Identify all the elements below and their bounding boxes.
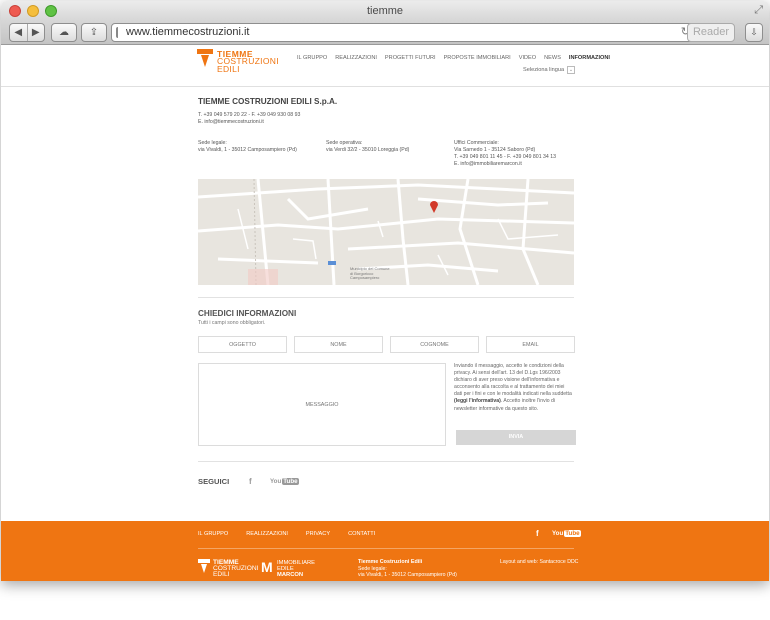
nav-item-informazioni[interactable]: INFORMAZIONI bbox=[569, 55, 610, 61]
oggetto-input[interactable] bbox=[198, 336, 287, 353]
footer-marcon-logo[interactable]: M IMMOBILIARE EDILE MARCON bbox=[261, 559, 331, 579]
reader-button[interactable]: Reader bbox=[687, 23, 735, 42]
share-button[interactable]: ⇪ bbox=[81, 23, 107, 42]
form-subtitle: Tutti i campi sono obbligatori. bbox=[198, 320, 266, 326]
marcon-logo-mark-icon: M bbox=[261, 559, 273, 575]
company-email[interactable]: E. info@tiemmecostruzioni.it bbox=[198, 119, 300, 126]
address-sede-operativa: Sede operativa: via Verdi 32/2 - 35010 L… bbox=[326, 140, 409, 154]
form-title: CHIEDICI INFORMAZIONI bbox=[198, 309, 297, 318]
nav-item-news[interactable]: NEWS bbox=[544, 55, 561, 61]
address-bar[interactable]: www.tiemmecostruzioni.it ↻ bbox=[111, 23, 695, 42]
privacy-text: Inviando il messaggio, accetto le condiz… bbox=[454, 363, 572, 398]
nav-item-proposte-immobiliari[interactable]: PROPOSTE IMMOBILIARI bbox=[444, 55, 511, 61]
footer-facebook-icon[interactable]: f bbox=[536, 529, 539, 538]
footer-youtube-icon[interactable]: You Tube bbox=[552, 530, 581, 537]
email-input[interactable] bbox=[486, 336, 575, 353]
browser-toolbar: ◀ ▶ ☁ ⇪ www.tiemmecostruzioni.it ↻ Reade… bbox=[1, 21, 769, 45]
downloads-button[interactable]: ⇩ bbox=[745, 23, 763, 42]
nav-item-realizzazioni[interactable]: REALIZZAZIONI bbox=[335, 55, 377, 61]
logo-line-3: EDILI bbox=[217, 64, 240, 74]
phone-fax: T. +39 049 579 20 22 - F. +39 049 930 08… bbox=[198, 112, 301, 118]
footer-youtube-tube: Tube bbox=[564, 530, 581, 537]
footer-logo2-line-3: MARCON bbox=[277, 572, 304, 578]
tiemme-logo-mark-icon bbox=[197, 49, 213, 67]
back-button[interactable]: ◀ bbox=[10, 24, 27, 41]
footer-info-title: Tiemme Costruzioni Edili bbox=[358, 559, 423, 565]
address-heading: Sede operativa: bbox=[326, 140, 363, 146]
divider-form-top bbox=[198, 297, 574, 298]
footer-nav-il-gruppo[interactable]: IL GRUPPO bbox=[198, 531, 228, 537]
footer-nav-realizzazioni[interactable]: REALIZZAZIONI bbox=[246, 531, 288, 537]
footer-info-line-2: via Vivaldi, 1 - 35012 Camposampiero (Pd… bbox=[358, 572, 457, 579]
site-favicon-icon bbox=[116, 27, 124, 38]
messaggio-textarea[interactable] bbox=[198, 363, 446, 446]
footer-navigation: IL GRUPPO REALIZZAZIONI PRIVACY CONTATTI bbox=[198, 531, 393, 537]
forward-button[interactable]: ▶ bbox=[26, 24, 45, 41]
web-page: TIEMME COSTRUZIONI EDILI IL GRUPPO REALI… bbox=[1, 45, 769, 581]
privacy-link[interactable]: (leggi l'informativa) bbox=[454, 398, 501, 404]
site-header: TIEMME COSTRUZIONI EDILI IL GRUPPO REALI… bbox=[1, 45, 769, 87]
footer-nav-privacy[interactable]: PRIVACY bbox=[306, 531, 330, 537]
footer-youtube-you: You bbox=[552, 530, 564, 537]
privacy-notice: Inviando il messaggio, accetto le condiz… bbox=[454, 363, 574, 413]
language-dropdown-icon[interactable]: ⌄ bbox=[567, 66, 575, 74]
invia-button[interactable]: INVIA bbox=[456, 430, 576, 445]
footer-tiemme-mark-icon bbox=[198, 559, 210, 573]
address-heading: Sede legale: bbox=[198, 140, 227, 146]
company-name: TIEMME COSTRUZIONI EDILI S.p.A. bbox=[198, 97, 338, 106]
youtube-icon[interactable]: You Tube bbox=[270, 478, 299, 485]
address-heading: Uffici Commerciale: bbox=[454, 140, 499, 146]
title-bar: tiemme ⤢ bbox=[1, 1, 769, 21]
address-line: via Vivaldi, 1 - 35012 Camposampiero (Pd… bbox=[198, 147, 297, 153]
main-navigation: IL GRUPPO REALIZZAZIONI PROGETTI FUTURI … bbox=[297, 55, 618, 61]
url-text: www.tiemmecostruzioni.it bbox=[126, 26, 250, 38]
address-line: via Verdi 32/2 - 35010 Loreggia (Pd) bbox=[326, 147, 410, 153]
address-line: Via Sarnedo 1 - 35124 Saboro (Pd) bbox=[454, 147, 536, 153]
language-selector-label[interactable]: Seleziona lingua bbox=[523, 67, 564, 73]
facebook-icon[interactable]: f bbox=[249, 477, 252, 486]
site-footer: IL GRUPPO REALIZZAZIONI PRIVACY CONTATTI… bbox=[1, 521, 769, 581]
location-map[interactable]: Municipio del Comune di Borgoricco Campo… bbox=[198, 179, 574, 285]
address-sede-legale: Sede legale: via Vivaldi, 1 - 35012 Camp… bbox=[198, 140, 297, 154]
divider-social-top bbox=[198, 461, 574, 462]
youtube-you: You bbox=[270, 478, 282, 485]
address-email[interactable]: E. info@immobiliaremarcon.it bbox=[454, 161, 556, 168]
footer-tiemme-logo[interactable]: TIEMME COSTRUZIONI EDILI bbox=[198, 559, 258, 579]
fullscreen-icon[interactable]: ⤢ bbox=[754, 4, 763, 17]
nome-input[interactable] bbox=[294, 336, 383, 353]
footer-credit[interactable]: Layout and web: Santacroce DDC bbox=[500, 559, 578, 565]
youtube-tube: Tube bbox=[282, 478, 299, 485]
cognome-input[interactable] bbox=[390, 336, 479, 353]
nav-item-video[interactable]: VIDEO bbox=[519, 55, 536, 61]
navigation-buttons: ◀ ▶ bbox=[9, 23, 45, 42]
icloud-tabs-button[interactable]: ☁ bbox=[51, 23, 77, 42]
footer-info-line-1: Sede legale: bbox=[358, 565, 387, 572]
address-phone: T. +39 049 801 11 45 - F. +39 049 801 34… bbox=[454, 154, 557, 160]
footer-nav-contatti[interactable]: CONTATTI bbox=[348, 531, 375, 537]
address-uffici-commerciale: Uffici Commerciale: Via Sarnedo 1 - 3512… bbox=[454, 140, 556, 168]
map-poi-label: Municipio del Comune di Borgoricco Campo… bbox=[350, 266, 390, 280]
nav-item-progetti-futuri[interactable]: PROGETTI FUTURI bbox=[385, 55, 436, 61]
company-contacts: T. +39 049 579 20 22 - F. +39 049 930 08… bbox=[198, 112, 300, 126]
footer-company-info: Tiemme Costruzioni Edili Sede legale: vi… bbox=[358, 559, 457, 579]
seguici-label: SEGUICI bbox=[198, 477, 230, 486]
footer-logo1-line-3: EDILI bbox=[213, 571, 230, 578]
tiemme-logo[interactable]: TIEMME COSTRUZIONI EDILI bbox=[197, 49, 279, 74]
browser-window: tiemme ⤢ ◀ ▶ ☁ ⇪ www.tiemmecostruzioni.i… bbox=[1, 1, 769, 581]
footer-divider bbox=[198, 548, 574, 549]
nav-item-il-gruppo[interactable]: IL GRUPPO bbox=[297, 55, 327, 61]
window-title: tiemme bbox=[366, 5, 404, 17]
